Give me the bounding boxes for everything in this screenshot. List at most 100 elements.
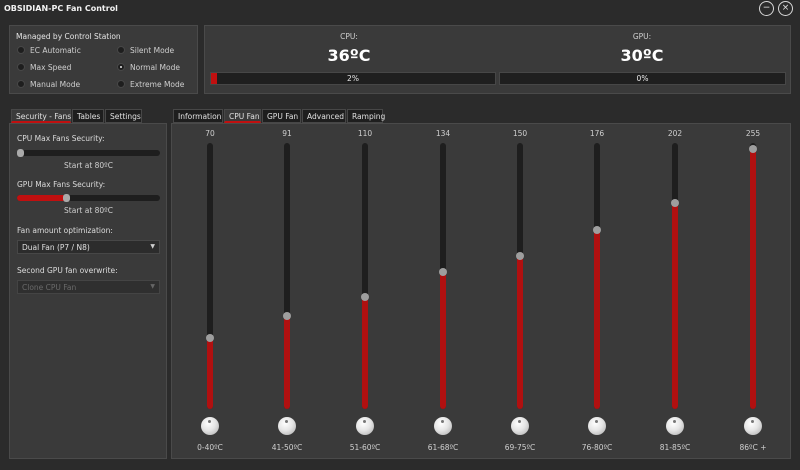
temperature-range-label: 51-60ºC [349,443,381,452]
gpu-max-fans-slider[interactable] [17,194,160,202]
tab-advanced[interactable]: Advanced [302,109,346,123]
tab-information[interactable]: Information [173,109,223,123]
radio-label: Manual Mode [30,80,81,89]
radio-label: Extreme Mode [130,80,185,89]
temperature-panel: CPU: 36ºC 2% GPU: 30ºC 0% [204,25,791,94]
temperature-range-label: 61-68ºC [427,443,459,452]
fan-curve-column: 176 76-80ºC [577,129,617,454]
fan-curve-column: 150 69-75ºC [500,129,540,454]
second-gpu-fan-value: Clone CPU Fan [22,283,77,292]
fan-speed-slider[interactable] [439,143,447,409]
fan-speed-value: 70 [205,129,215,138]
radio-label: Silent Mode [130,46,175,55]
gpu-max-fans-fill [17,195,66,201]
fan-speed-slider[interactable] [516,143,524,409]
cpu-max-fans-label: CPU Max Fans Security: [17,134,105,143]
fan-speed-fill [207,338,213,409]
fan-speed-handle[interactable] [671,199,679,207]
tab-ramping[interactable]: Ramping [347,109,385,123]
fan-speed-value: 110 [357,129,373,138]
fan-amount-label: Fan amount optimization: [17,226,113,235]
fan-curve-column: 110 51-60ºC [345,129,385,454]
gpu-max-fans-handle[interactable] [63,194,70,202]
minimize-icon: − [762,3,771,13]
second-gpu-fan-select[interactable]: Clone CPU Fan ▼ [17,280,160,294]
cpu-load-text: 2% [347,74,359,83]
gpu-load-text: 0% [636,74,649,83]
radio-indicator [17,80,25,88]
fan-curve-column: 134 61-68ºC [423,129,463,454]
fan-curve-column: 91 41-50ºC [267,129,307,454]
security-fans-panel: CPU Max Fans Security: Start at 80ºC GPU… [9,123,167,459]
radio-label: EC Automatic [30,46,81,55]
fan-speed-slider[interactable] [206,143,214,409]
fan-speed-handle[interactable] [206,334,214,342]
fan-speed-slider[interactable] [671,143,679,409]
fan-speed-value: 150 [512,129,528,138]
radio-indicator [117,80,125,88]
temperature-range-label: 69-75ºC [504,443,536,452]
close-button[interactable]: × [778,1,793,16]
fan-curve-column: 70 0-40ºC [190,129,230,454]
title-bar: OBSIDIAN-PC Fan Control − × [0,0,800,19]
fan-speed-handle[interactable] [283,312,291,320]
fan-speed-handle[interactable] [749,145,757,153]
cpu-fan-curve-panel [171,123,791,459]
tab-cpu-fan[interactable]: CPU Fan [224,109,261,123]
radio-indicator [17,46,25,54]
fan-speed-handle[interactable] [361,293,369,301]
fan-dial-knob[interactable] [666,417,684,435]
tab-gpu-fan[interactable]: GPU Fan [262,109,301,123]
fan-speed-slider[interactable] [749,143,757,409]
close-icon: × [781,3,790,13]
minimize-button[interactable]: − [759,1,774,16]
radio-label: Max Speed [30,63,72,72]
cpu-max-fans-slider[interactable] [17,149,160,157]
gpu-label: GPU: [632,32,652,41]
temperature-range-label: 86ºC + [739,443,767,452]
gpu-temperature: 30ºC [620,46,664,65]
fan-speed-fill [750,149,756,409]
fan-speed-slider[interactable] [361,143,369,409]
fan-dial-knob[interactable] [201,417,219,435]
second-gpu-fan-label: Second GPU fan overwrite: [17,266,118,275]
fan-speed-slider[interactable] [593,143,601,409]
fan-amount-select[interactable]: Dual Fan (P7 / N8) ▼ [17,240,160,254]
radio-label: Normal Mode [130,63,180,72]
fan-speed-fill [672,203,678,409]
fan-dial-knob[interactable] [511,417,529,435]
fan-curve-column: 255 86ºC + [733,129,773,454]
cpu-load-bar: 2% [210,72,496,85]
fan-speed-slider[interactable] [283,143,291,409]
fan-speed-value: 91 [282,129,292,138]
fan-dial-knob[interactable] [434,417,452,435]
fan-curve-column: 202 81-85ºC [655,129,695,454]
gpu-load-bar: 0% [499,72,786,85]
cpu-temperature: 36ºC [327,46,371,65]
cpu-label: CPU: [340,32,358,41]
radio-indicator [17,63,25,71]
temperature-range-label: 76-80ºC [581,443,613,452]
tab-settings[interactable]: Settings [105,109,142,123]
mode-panel-title: Managed by Control Station [16,32,121,41]
gpu-max-fans-label: GPU Max Fans Security: [17,180,106,189]
tab-tables[interactable]: Tables [72,109,104,123]
radio-indicator [117,46,125,54]
fan-speed-value: 176 [589,129,605,138]
temperature-range-label: 0-40ºC [197,443,223,452]
chevron-down-icon: ▼ [150,283,155,290]
fan-speed-fill [284,316,290,409]
fan-speed-value: 134 [435,129,451,138]
cpu-max-fans-handle[interactable] [17,149,24,157]
chevron-down-icon: ▼ [150,243,155,250]
fan-dial-knob[interactable] [744,417,762,435]
tab-security-fans[interactable]: Security - Fans [11,109,71,123]
fan-speed-handle[interactable] [593,226,601,234]
cpu-start-hint: Start at 80ºC [64,161,113,170]
fan-speed-handle[interactable] [439,268,447,276]
fan-dial-knob[interactable] [588,417,606,435]
fan-speed-handle[interactable] [516,252,524,260]
fan-dial-knob[interactable] [278,417,296,435]
fan-dial-knob[interactable] [356,417,374,435]
fan-speed-fill [362,297,368,409]
